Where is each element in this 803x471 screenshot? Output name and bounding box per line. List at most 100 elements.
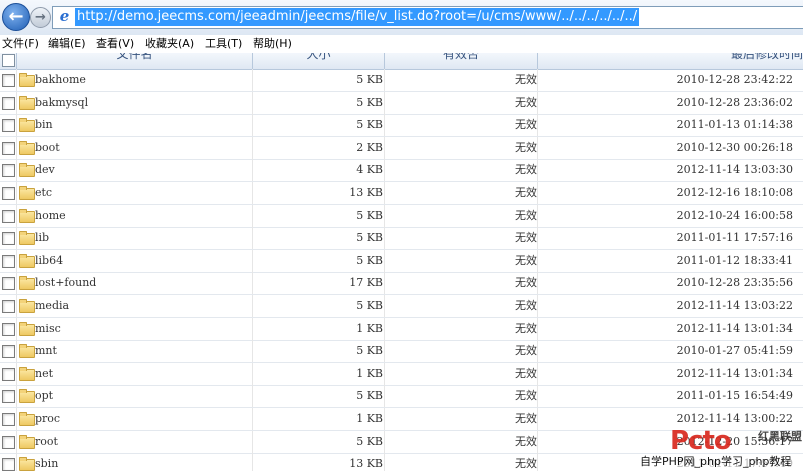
column-divider bbox=[384, 430, 385, 453]
file-size: 17 KB bbox=[349, 276, 383, 290]
file-name[interactable]: mnt bbox=[35, 340, 57, 362]
row-checkbox[interactable] bbox=[2, 322, 15, 336]
file-name[interactable]: net bbox=[35, 363, 53, 385]
table-header: 文件名 大小 有效否 最后修改时间 bbox=[0, 53, 803, 70]
file-status: 无效 bbox=[515, 231, 537, 245]
table-row[interactable]: bakhome 5 KB 无效 2010-12-28 23:42:22 bbox=[0, 69, 803, 92]
file-name[interactable]: root bbox=[35, 431, 58, 453]
folder-icon bbox=[19, 434, 35, 449]
column-divider bbox=[16, 227, 17, 250]
table-row[interactable]: dev 4 KB 无效 2012-11-14 13:03:30 bbox=[0, 159, 803, 183]
column-header-modified[interactable]: 最后修改时间 bbox=[540, 53, 803, 62]
row-checkbox[interactable] bbox=[2, 367, 15, 381]
column-divider bbox=[384, 362, 385, 385]
menu-file[interactable]: 文件(F) bbox=[2, 35, 39, 53]
table-row[interactable]: boot 2 KB 无效 2010-12-30 00:26:18 bbox=[0, 136, 803, 160]
row-checkbox[interactable] bbox=[2, 141, 15, 155]
file-name[interactable]: proc bbox=[35, 408, 60, 430]
table-row[interactable]: bakmysql 5 KB 无效 2010-12-28 23:36:02 bbox=[0, 91, 803, 115]
table-row[interactable]: lib64 5 KB 无效 2011-01-12 18:33:41 bbox=[0, 249, 803, 273]
file-size: 5 KB bbox=[356, 95, 383, 109]
table-row[interactable]: lost+found 17 KB 无效 2010-12-28 23:35:56 bbox=[0, 272, 803, 296]
back-button[interactable]: ← bbox=[2, 3, 30, 31]
file-name[interactable]: misc bbox=[35, 318, 61, 340]
address-bar[interactable]: e http://demo.jeecms.com/jeeadmin/jeecms… bbox=[52, 6, 803, 29]
row-checkbox[interactable] bbox=[2, 232, 15, 246]
select-all-checkbox[interactable] bbox=[2, 54, 15, 67]
row-checkbox[interactable] bbox=[2, 209, 15, 223]
menu-bar: 文件(F) 编辑(E) 查看(V) 收藏夹(A) 工具(T) 帮助(H) bbox=[0, 35, 803, 53]
row-checkbox[interactable] bbox=[2, 74, 15, 87]
column-divider bbox=[16, 362, 17, 385]
column-divider bbox=[537, 227, 538, 250]
file-name[interactable]: bakhome bbox=[35, 69, 86, 91]
file-modified-time: 2011-01-11 17:57:16 bbox=[676, 231, 793, 245]
row-checkbox[interactable] bbox=[2, 119, 15, 133]
file-name[interactable]: opt bbox=[35, 385, 53, 407]
column-header-size[interactable]: 大小 bbox=[253, 53, 384, 62]
file-status: 无效 bbox=[515, 140, 537, 154]
column-divider bbox=[16, 340, 17, 363]
row-checkbox[interactable] bbox=[2, 96, 15, 110]
column-divider bbox=[16, 204, 17, 227]
row-checkbox[interactable] bbox=[2, 413, 15, 426]
row-checkbox[interactable] bbox=[2, 345, 15, 359]
file-size: 5 KB bbox=[356, 73, 383, 86]
file-status: 无效 bbox=[515, 118, 537, 132]
row-checkbox[interactable] bbox=[2, 458, 15, 471]
file-name[interactable]: lost+found bbox=[35, 272, 96, 294]
row-checkbox[interactable] bbox=[2, 277, 15, 291]
column-header-name[interactable]: 文件名 bbox=[17, 53, 252, 62]
column-divider bbox=[16, 272, 17, 295]
file-name[interactable]: bakmysql bbox=[35, 92, 88, 114]
column-divider bbox=[384, 249, 385, 272]
menu-view[interactable]: 查看(V) bbox=[96, 35, 134, 53]
watermark-caption: 自学PHP网_php学习_php教程 bbox=[640, 454, 803, 469]
table-row[interactable]: etc 13 KB 无效 2012-12-16 18:10:08 bbox=[0, 182, 803, 205]
table-row[interactable]: misc 1 KB 无效 2012-11-14 13:01:34 bbox=[0, 317, 803, 341]
menu-favorites[interactable]: 收藏夹(A) bbox=[145, 35, 194, 53]
column-divider bbox=[537, 53, 538, 69]
column-divider bbox=[16, 249, 17, 272]
table-row[interactable]: net 1 KB 无效 2012-11-14 13:01:34 bbox=[0, 362, 803, 386]
file-name[interactable]: bin bbox=[35, 114, 53, 136]
row-checkbox[interactable] bbox=[2, 164, 15, 178]
menu-edit[interactable]: 编辑(E) bbox=[48, 35, 86, 53]
file-name[interactable]: etc bbox=[35, 182, 52, 204]
row-checkbox[interactable] bbox=[2, 300, 15, 313]
column-header-status[interactable]: 有效否 bbox=[385, 53, 537, 62]
file-status: 无效 bbox=[515, 344, 537, 358]
row-checkbox[interactable] bbox=[2, 187, 15, 200]
menu-tools[interactable]: 工具(T) bbox=[205, 35, 242, 53]
table-row[interactable]: opt 5 KB 无效 2011-01-15 16:54:49 bbox=[0, 385, 803, 409]
file-modified-time: 2010-12-28 23:35:56 bbox=[676, 276, 793, 290]
file-modified-time: 2012-11-14 13:00:22 bbox=[676, 412, 793, 425]
file-name[interactable]: lib64 bbox=[35, 250, 63, 272]
file-status: 无效 bbox=[515, 163, 537, 177]
menu-help[interactable]: 帮助(H) bbox=[253, 35, 292, 53]
file-name[interactable]: media bbox=[35, 295, 69, 317]
forward-button[interactable]: → bbox=[30, 7, 51, 28]
file-name[interactable]: lib bbox=[35, 227, 49, 249]
table-row[interactable]: home 5 KB 无效 2012-10-24 16:00:58 bbox=[0, 204, 803, 228]
table-row[interactable]: mnt 5 KB 无效 2010-01-27 05:41:59 bbox=[0, 340, 803, 364]
row-checkbox[interactable] bbox=[2, 254, 15, 268]
folder-icon bbox=[19, 412, 35, 426]
file-name[interactable]: home bbox=[35, 205, 66, 227]
row-checkbox[interactable] bbox=[2, 390, 15, 404]
column-divider bbox=[384, 317, 385, 340]
file-name[interactable]: boot bbox=[35, 137, 60, 159]
row-checkbox[interactable] bbox=[2, 435, 15, 449]
table-row[interactable]: media 5 KB 无效 2012-11-14 13:03:22 bbox=[0, 295, 803, 318]
table-row[interactable]: lib 5 KB 无效 2011-01-11 17:57:16 bbox=[0, 227, 803, 251]
file-status: 无效 bbox=[515, 276, 537, 290]
file-status: 无效 bbox=[515, 253, 537, 267]
folder-icon bbox=[19, 231, 35, 246]
column-divider bbox=[16, 430, 17, 453]
file-name[interactable]: sbin bbox=[35, 453, 58, 471]
column-divider bbox=[384, 159, 385, 182]
address-text[interactable]: http://demo.jeecms.com/jeeadmin/jeecms/f… bbox=[75, 8, 640, 26]
column-divider bbox=[537, 136, 538, 159]
table-row[interactable]: bin 5 KB 无效 2011-01-13 01:14:38 bbox=[0, 114, 803, 138]
file-name[interactable]: dev bbox=[35, 159, 55, 181]
